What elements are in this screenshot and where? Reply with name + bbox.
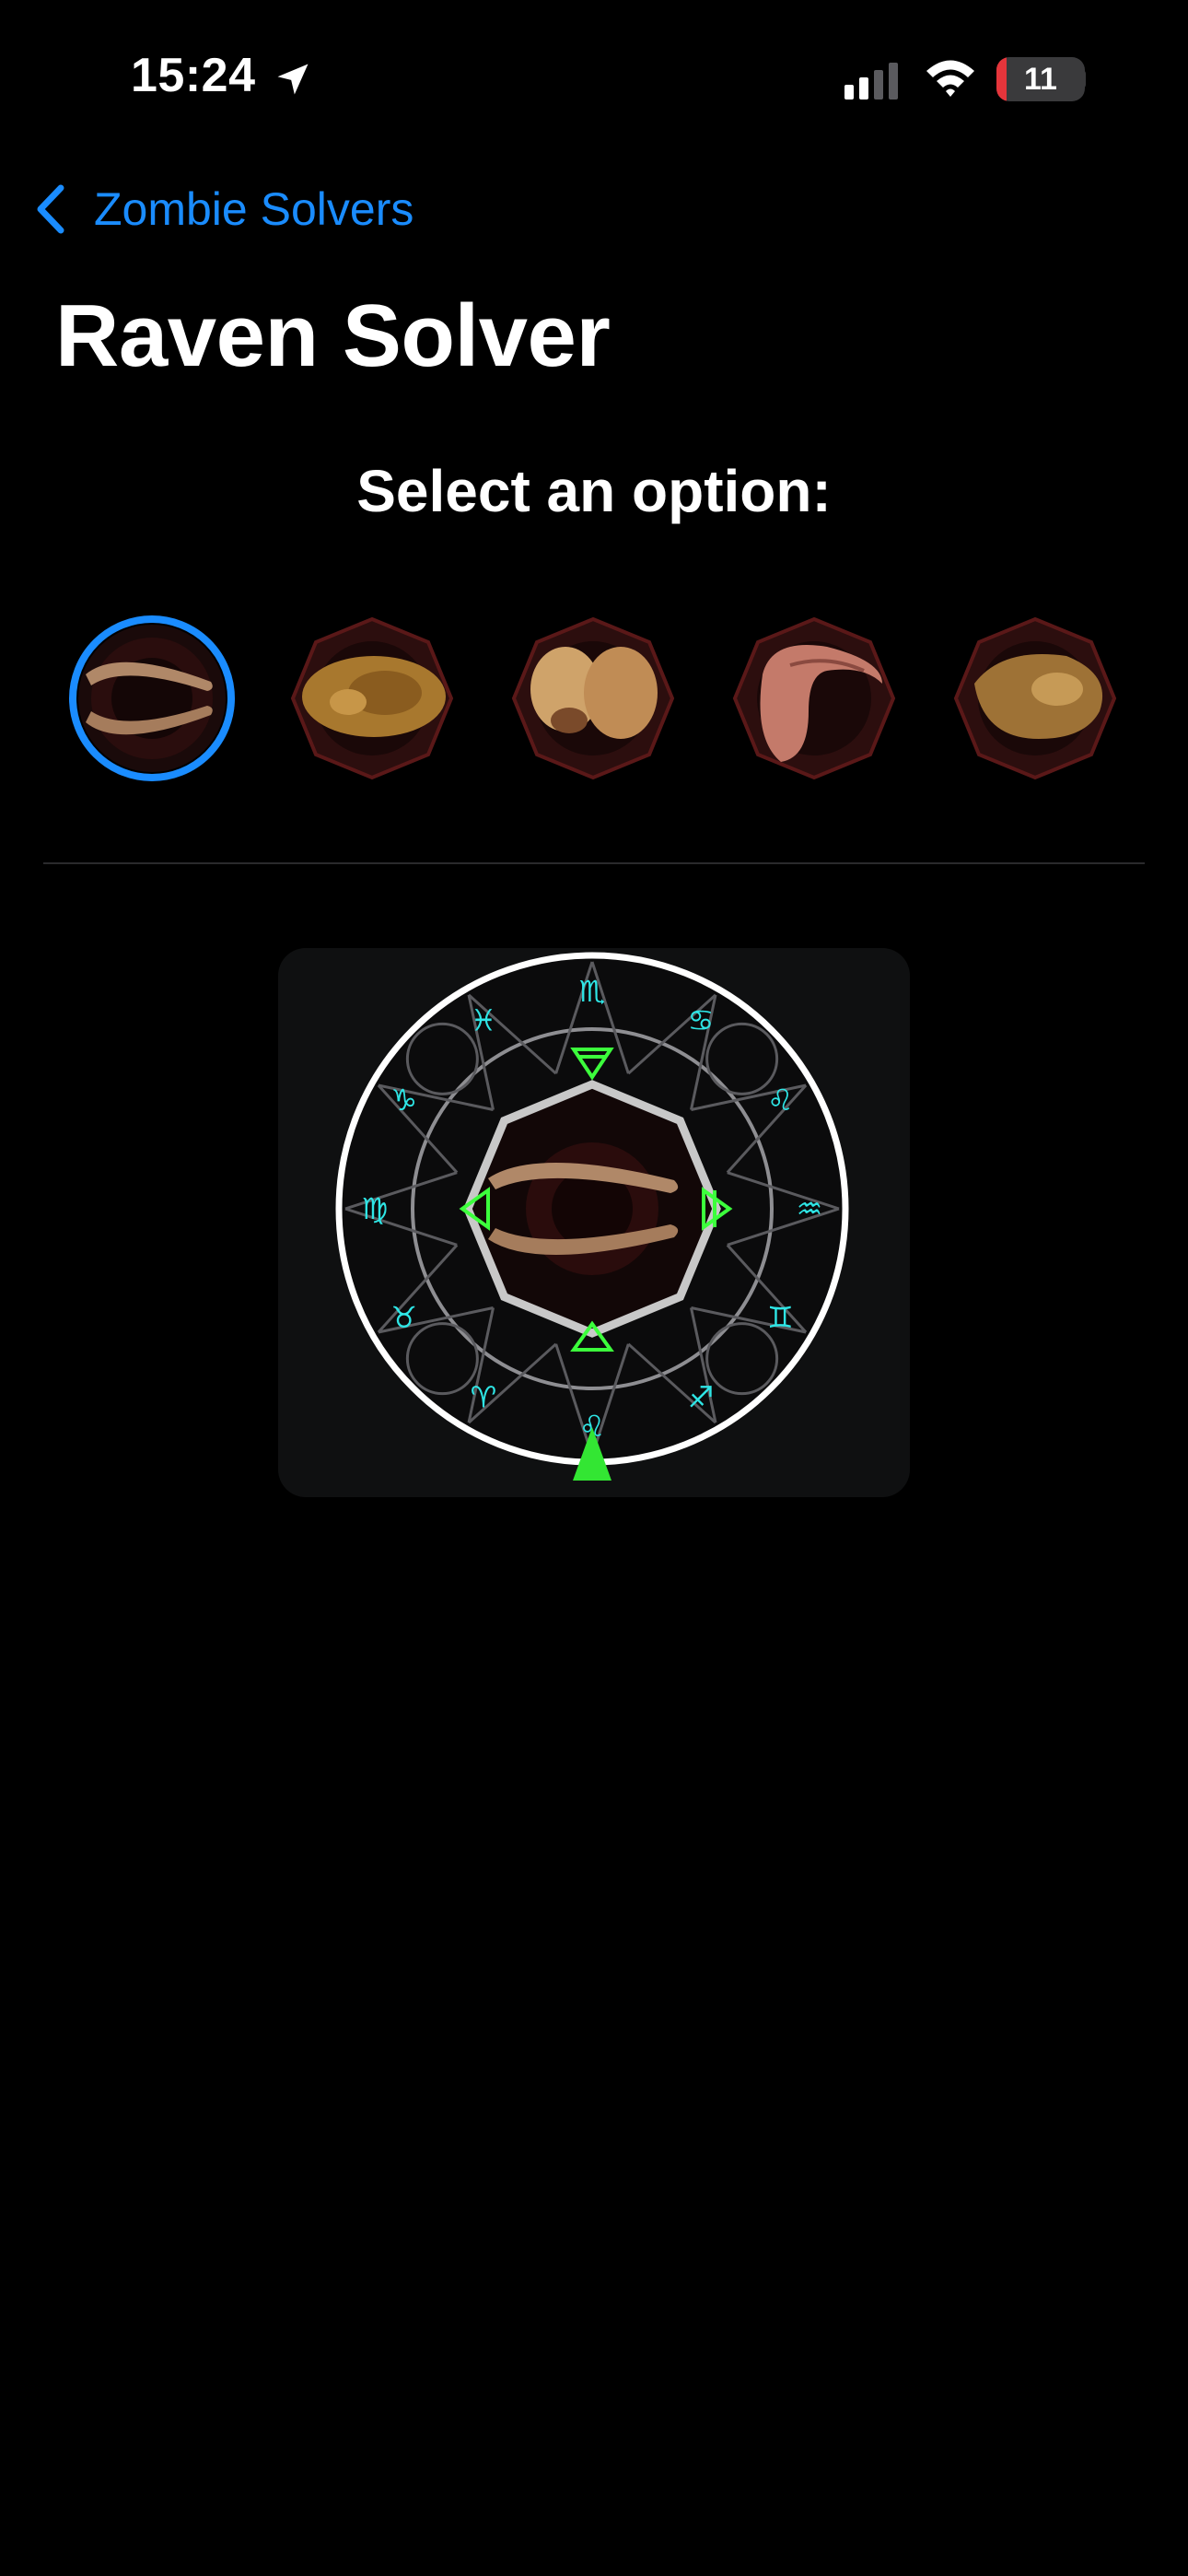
- option-jaw-bone[interactable]: [64, 610, 240, 787]
- back-button-label: Zombie Solvers: [94, 183, 414, 235]
- zodiac-symbol: ♑: [390, 1083, 417, 1118]
- skull-icon: [290, 616, 454, 780]
- option-bone-pair[interactable]: [505, 610, 681, 787]
- raven-wheel-card: ♏ ♋ ♌ ♒ ♊ ♐ ♌ ♈ ♉ ♍ ♑ ♓: [278, 948, 910, 1497]
- location-arrow-icon: [277, 64, 309, 95]
- option-flesh[interactable]: [947, 610, 1124, 787]
- zodiac-symbol: ♊: [767, 1300, 794, 1335]
- zodiac-symbol: ♋: [688, 1003, 715, 1038]
- chevron-left-icon: [37, 184, 64, 234]
- zodiac-symbol: ♈: [471, 1379, 497, 1414]
- zodiac-symbol: ♉: [390, 1300, 417, 1335]
- zodiac-symbol: ♐: [688, 1379, 715, 1414]
- zodiac-symbol: ♏: [579, 974, 606, 1009]
- page-title: Raven Solver: [55, 287, 611, 385]
- battery-tip: [1078, 70, 1086, 88]
- flesh-icon: [953, 616, 1117, 780]
- zodiac-symbol: ♓: [471, 1003, 497, 1038]
- raven-wheel: ♏♋♌♒♊♐♌♈♉♍♑♓: [335, 952, 849, 1481]
- wifi-icon: [926, 60, 974, 97]
- back-button[interactable]: Zombie Solvers: [33, 180, 413, 239]
- zodiac-symbol: ♌: [767, 1083, 794, 1118]
- battery-indicator: 11: [996, 57, 1085, 101]
- cellular-signal-icon: [844, 63, 898, 100]
- status-time: 15:24: [131, 49, 256, 102]
- jaw-bone-icon: [69, 615, 235, 781]
- bone-pair-icon: [511, 616, 675, 780]
- zodiac-symbol: ♒: [797, 1191, 823, 1226]
- status-bar: 15:24 11: [0, 0, 1188, 157]
- option-horn[interactable]: [726, 610, 903, 787]
- zodiac-symbol: ♍: [362, 1191, 389, 1226]
- horn-icon: [732, 616, 896, 780]
- battery-percent: 11: [1024, 62, 1057, 97]
- section-divider: [43, 862, 1145, 864]
- option-prompt: Select an option:: [356, 458, 832, 524]
- option-skull[interactable]: [284, 610, 460, 787]
